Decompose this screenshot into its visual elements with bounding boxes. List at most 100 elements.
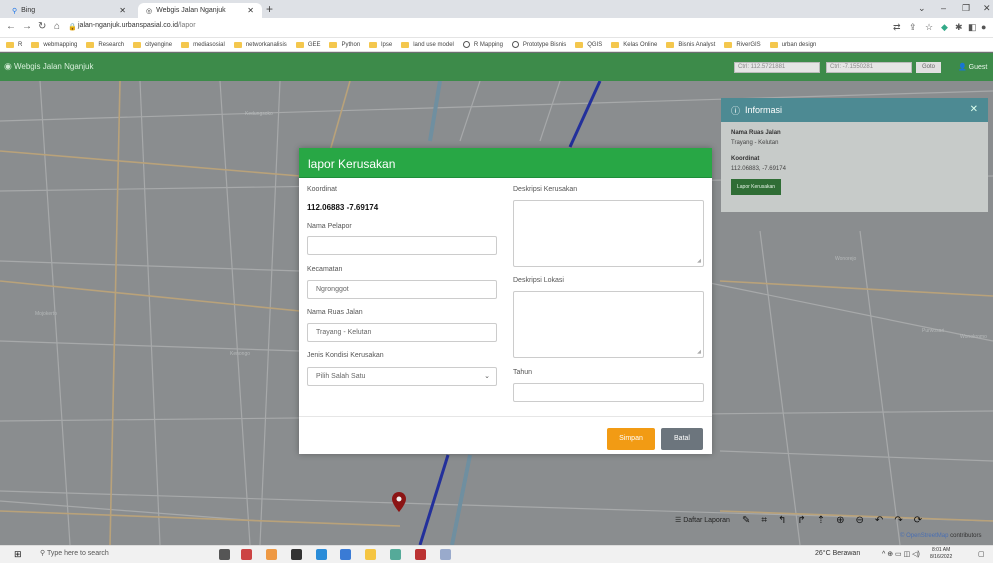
folder-icon	[724, 41, 733, 48]
pelapor-input[interactable]	[307, 236, 497, 255]
ruas-jalan-input[interactable]: Trayang - Kelutan	[307, 323, 497, 342]
bookmark-item[interactable]: GEE	[295, 41, 320, 48]
new-tab-button[interactable]: +	[266, 2, 273, 16]
task-view-icon[interactable]	[219, 549, 230, 560]
close-icon[interactable]: ✕	[119, 6, 126, 15]
resize-handle-icon[interactable]: ◢	[697, 349, 701, 355]
draw-line-icon[interactable]: ✎	[742, 515, 750, 526]
undo-icon[interactable]: ↶	[875, 515, 883, 526]
bookmark-item[interactable]: RiverGIS	[724, 41, 761, 48]
chrome-icon[interactable]	[266, 549, 277, 560]
store-icon[interactable]	[340, 549, 351, 560]
coord-x-input[interactable]: Ctrl: 112.5721881	[734, 62, 820, 73]
back-arrow-icon[interactable]: ↰	[778, 515, 786, 526]
resize-handle-icon[interactable]: ◢	[697, 258, 701, 264]
tab-search-icon[interactable]: ⌄	[918, 3, 926, 14]
url-field[interactable]: jalan-nganjuk.urbanspasial.co.id/lapor	[78, 22, 196, 29]
edge-icon[interactable]	[316, 549, 327, 560]
bookmark-item[interactable]: R Mapping	[462, 41, 503, 48]
bookmark-label: land use model	[413, 41, 454, 48]
app-icon[interactable]	[415, 549, 426, 560]
location-marker-icon[interactable]	[392, 492, 406, 512]
minimize-button[interactable]: –	[941, 3, 946, 13]
map-label: Mojokerto	[35, 311, 57, 317]
bookmark-item[interactable]: Kelas Online	[611, 41, 658, 48]
bookmark-item[interactable]: mediasosial	[181, 41, 225, 48]
redo-icon[interactable]: ↷	[894, 515, 902, 526]
reload-icon[interactable]: ↻	[38, 21, 46, 32]
bookmark-item[interactable]: Bisnis Analyst	[666, 41, 716, 48]
extension-icon[interactable]: ◆	[941, 22, 948, 33]
north-arrow-icon[interactable]: ⇡	[817, 515, 825, 526]
crop-icon[interactable]: ⌗	[761, 515, 767, 526]
bookmark-label: Bisnis Analyst	[678, 41, 716, 48]
kecamatan-input[interactable]: Ngronggot	[307, 280, 497, 299]
app-icon[interactable]	[291, 549, 302, 560]
map-toolbar: ☰ Daftar Laporan ✎ ⌗ ↰ ↱ ⇡ ⊕ ⊖ ↶ ↷ ⟳	[675, 510, 933, 530]
deskripsi-lokasi-textarea[interactable]: ◢	[513, 291, 704, 358]
bookmark-item[interactable]: Prototype Bisnis	[511, 41, 567, 48]
folder-icon	[181, 41, 190, 48]
app-icon[interactable]	[390, 549, 401, 560]
share-icon[interactable]: ⇪	[909, 22, 917, 33]
translate-icon[interactable]: ⇄	[893, 22, 901, 33]
folder-icon	[666, 41, 675, 48]
close-icon[interactable]: ✕	[247, 6, 254, 15]
bookmark-label: Prototype Bisnis	[522, 41, 567, 48]
address-bar: ← → ↻ ⌂ 🔒 jalan-nganjuk.urbanspasial.co.…	[0, 18, 993, 38]
globe-icon: ◎	[146, 7, 153, 15]
bookmark-item[interactable]: webmapping	[31, 41, 77, 48]
lapor-kerusakan-button[interactable]: Lapor Kerusakan	[731, 179, 782, 195]
clock[interactable]: 8:01 AM 8/16/2022	[930, 547, 952, 561]
osm-link[interactable]: © OpenStreetMap	[900, 533, 948, 539]
save-button[interactable]: Simpan	[607, 428, 655, 450]
notification-icon[interactable]: ▢	[978, 550, 985, 558]
close-window-button[interactable]: ✕	[983, 3, 991, 14]
bookmark-item[interactable]: urban design	[769, 41, 816, 48]
app-icon[interactable]	[440, 549, 451, 560]
sidebar-icon[interactable]: ◧	[968, 22, 977, 33]
refresh-icon[interactable]: ⟳	[914, 515, 922, 526]
weather-status[interactable]: 26°C Berawan	[815, 550, 860, 557]
bookmark-label: Kelas Online	[623, 41, 658, 48]
bookmark-item[interactable]: Python	[329, 41, 360, 48]
daftar-laporan-button[interactable]: ☰ Daftar Laporan	[675, 516, 730, 524]
profile-icon[interactable]: ●	[981, 22, 986, 32]
folder-icon	[86, 41, 95, 48]
deskripsi-kerusakan-textarea[interactable]: ◢	[513, 200, 704, 267]
user-menu[interactable]: 👤 Guest	[958, 63, 987, 71]
close-icon[interactable]: ✕	[970, 104, 978, 115]
globe-icon	[462, 41, 470, 48]
bookmark-item[interactable]: cityengine	[133, 41, 172, 48]
home-icon[interactable]: ⌂	[54, 21, 60, 32]
zoom-in-icon[interactable]: ⊕	[836, 515, 844, 526]
bookmark-item[interactable]: R	[6, 41, 22, 48]
tab-webgis[interactable]: ◎ Webgis Jalan Nganjuk ✕	[138, 3, 262, 18]
zoom-out-icon[interactable]: ⊖	[856, 515, 864, 526]
bookmark-item[interactable]: networkanalisis	[233, 41, 287, 48]
app-brand[interactable]: Webgis Jalan Nganjuk	[14, 62, 93, 71]
bookmark-item[interactable]: land use model	[401, 41, 454, 48]
tab-bing[interactable]: ⚲ Bing ✕	[4, 3, 134, 18]
bookmark-item[interactable]: lpse	[369, 41, 392, 48]
tray-icons[interactable]: ^ ⊕ ▭ ◫ ◁)	[882, 550, 920, 558]
tahun-input[interactable]	[513, 383, 704, 402]
star-icon[interactable]: ☆	[925, 22, 933, 33]
bookmark-label: RiverGIS	[736, 41, 761, 48]
file-explorer-icon[interactable]	[365, 549, 376, 560]
forward-arrow-icon[interactable]: ↱	[797, 515, 805, 526]
app-icon[interactable]	[241, 549, 252, 560]
goto-button[interactable]: Goto	[916, 62, 941, 73]
kondisi-select[interactable]: Pilih Salah Satu ⌄	[307, 367, 497, 386]
taskbar-search-input[interactable]: ⚲ Type here to search	[40, 549, 109, 557]
puzzle-icon[interactable]: ✱	[955, 22, 963, 33]
restore-button[interactable]: ❐	[962, 3, 970, 14]
back-icon[interactable]: ←	[6, 21, 16, 32]
windows-start-icon[interactable]: ⊞	[14, 549, 22, 560]
coord-y-input[interactable]: Ctrl: -7.1550281	[826, 62, 912, 73]
search-icon: ⚲	[12, 7, 18, 15]
forward-icon[interactable]: →	[22, 21, 32, 32]
cancel-button[interactable]: Batal	[661, 428, 703, 450]
bookmark-item[interactable]: QGIS	[575, 41, 602, 48]
bookmark-item[interactable]: Research	[86, 41, 124, 48]
